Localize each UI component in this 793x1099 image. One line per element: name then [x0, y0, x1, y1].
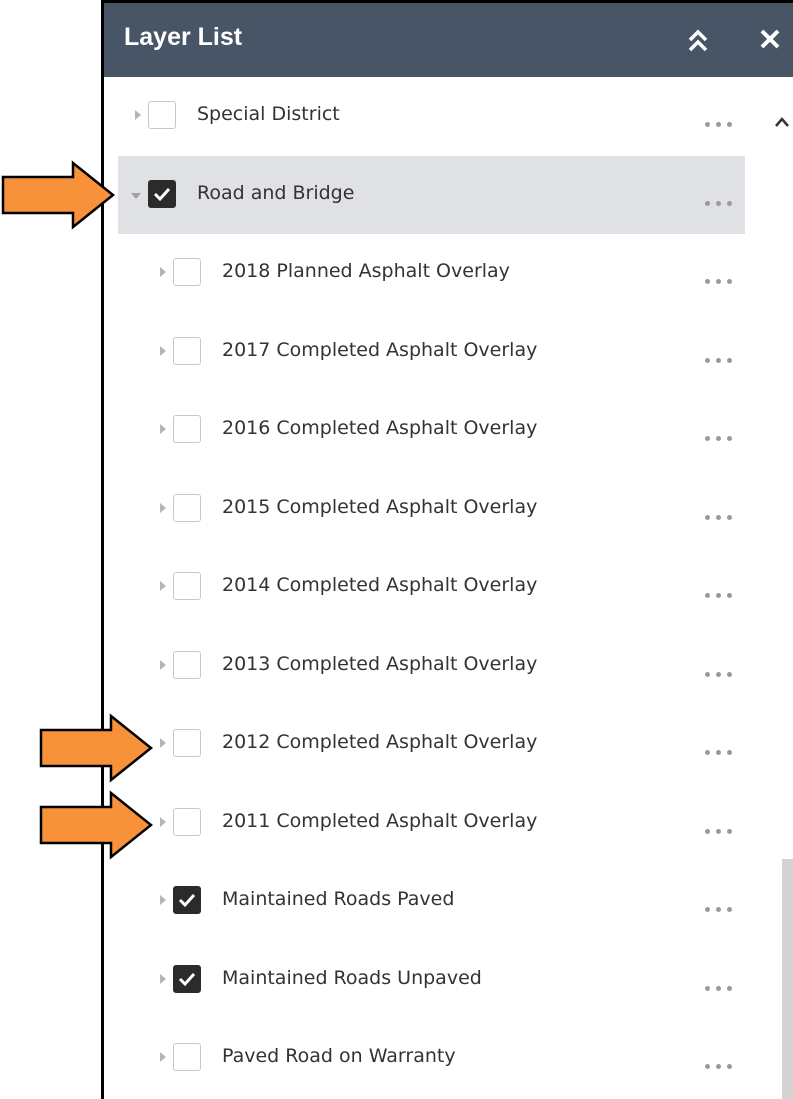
expand-arrow-icon[interactable] — [160, 424, 166, 434]
layer-row[interactable]: Road and Bridge — [118, 156, 745, 234]
layer-label: Special District — [197, 103, 340, 125]
expand-arrow-icon[interactable] — [160, 1052, 166, 1062]
layer-row[interactable]: Maintained Roads Unpaved — [104, 941, 744, 1019]
layer-row[interactable]: Special District — [104, 77, 744, 155]
scroll-thumb[interactable] — [782, 859, 793, 1099]
expand-arrow-icon[interactable] — [160, 974, 166, 984]
expand-arrow-icon[interactable] — [160, 738, 166, 748]
expand-arrow-icon[interactable] — [160, 817, 166, 827]
layer-row[interactable]: 2018 Planned Asphalt Overlay — [104, 234, 744, 312]
panel-header: Layer List — [104, 3, 793, 77]
panel-title: Layer List — [124, 23, 243, 51]
layer-checkbox[interactable] — [173, 651, 201, 679]
layer-row[interactable]: 2013 Completed Asphalt Overlay — [104, 627, 744, 705]
expand-arrow-icon[interactable] — [160, 346, 166, 356]
double-chevron-up-icon[interactable] — [686, 27, 710, 55]
more-options-icon[interactable] — [705, 117, 741, 131]
more-options-icon[interactable] — [705, 353, 741, 367]
more-options-icon[interactable] — [705, 431, 741, 445]
layer-label: Maintained Roads Unpaved — [222, 967, 482, 989]
more-options-icon[interactable] — [705, 981, 741, 995]
layer-row[interactable]: 2016 Completed Asphalt Overlay — [104, 391, 744, 469]
callout-arrow-icon — [1, 160, 116, 230]
layer-label: 2013 Completed Asphalt Overlay — [222, 653, 538, 675]
layer-checkbox[interactable] — [173, 415, 201, 443]
layer-checkbox[interactable] — [173, 886, 201, 914]
more-options-icon[interactable] — [705, 588, 741, 602]
layer-checkbox[interactable] — [173, 1043, 201, 1071]
layer-row[interactable]: 2012 Completed Asphalt Overlay — [104, 705, 744, 783]
close-icon[interactable] — [756, 25, 784, 53]
expand-arrow-icon[interactable] — [160, 503, 166, 513]
expand-arrow-icon[interactable] — [160, 895, 166, 905]
layer-row[interactable]: 2014 Completed Asphalt Overlay — [104, 548, 744, 626]
layer-label: Road and Bridge — [197, 182, 355, 204]
layer-checkbox[interactable] — [173, 808, 201, 836]
more-options-icon[interactable] — [705, 745, 741, 759]
layer-row[interactable]: 2015 Completed Asphalt Overlay — [104, 470, 744, 548]
layer-list-panel: Layer List Special District Road and Brid… — [101, 0, 793, 1099]
expand-arrow-icon[interactable] — [135, 110, 141, 120]
callout-arrow-icon — [39, 713, 154, 783]
layer-label: 2018 Planned Asphalt Overlay — [222, 260, 510, 282]
layer-checkbox[interactable] — [148, 180, 176, 208]
layer-checkbox[interactable] — [173, 572, 201, 600]
layer-label: 2016 Completed Asphalt Overlay — [222, 417, 538, 439]
layer-row[interactable]: Maintained Roads Paved — [104, 862, 744, 940]
more-options-icon[interactable] — [705, 902, 741, 916]
layer-row[interactable]: 2011 Completed Asphalt Overlay — [104, 784, 744, 862]
more-options-icon[interactable] — [705, 510, 741, 524]
layer-label: 2012 Completed Asphalt Overlay — [222, 731, 538, 753]
layer-label: 2017 Completed Asphalt Overlay — [222, 339, 538, 361]
more-options-icon[interactable] — [705, 196, 741, 210]
more-options-icon[interactable] — [705, 667, 741, 681]
layer-checkbox[interactable] — [173, 258, 201, 286]
expand-arrow-icon[interactable] — [160, 267, 166, 277]
expand-arrow-icon[interactable] — [160, 660, 166, 670]
layer-row[interactable]: Paved Road on Warranty — [104, 1019, 744, 1097]
collapse-arrow-icon[interactable] — [131, 193, 141, 199]
layer-label: Maintained Roads Paved — [222, 888, 455, 910]
layer-label: 2015 Completed Asphalt Overlay — [222, 496, 538, 518]
layer-checkbox[interactable] — [173, 337, 201, 365]
layer-label: 2014 Completed Asphalt Overlay — [222, 574, 538, 596]
layer-row[interactable]: 2017 Completed Asphalt Overlay — [104, 313, 744, 391]
more-options-icon[interactable] — [705, 824, 741, 838]
layer-checkbox[interactable] — [148, 101, 176, 129]
scroll-up-icon[interactable] — [774, 115, 790, 127]
layer-checkbox[interactable] — [173, 494, 201, 522]
callout-arrow-icon — [39, 790, 154, 860]
expand-arrow-icon[interactable] — [160, 581, 166, 591]
layer-checkbox[interactable] — [173, 729, 201, 757]
layer-checkbox[interactable] — [173, 965, 201, 993]
layer-label: 2011 Completed Asphalt Overlay — [222, 810, 538, 832]
more-options-icon[interactable] — [705, 1059, 741, 1073]
layer-list: Special District Road and Bridge 2018 Plan… — [104, 77, 793, 1099]
layer-label: Paved Road on Warranty — [222, 1045, 456, 1067]
more-options-icon[interactable] — [705, 274, 741, 288]
scrollbar[interactable] — [752, 77, 793, 1099]
